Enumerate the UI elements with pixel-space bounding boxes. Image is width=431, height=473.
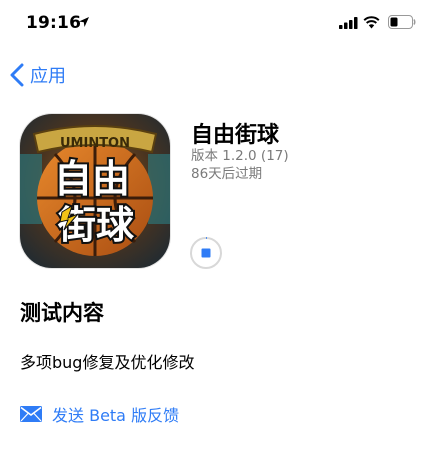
status-time: 19:16 bbox=[26, 13, 82, 33]
icon-title-top: 自由 bbox=[54, 157, 130, 201]
app-version: 版本 1.2.0 (17) bbox=[191, 148, 289, 164]
stop-icon bbox=[201, 248, 211, 258]
test-content-title: 测试内容 bbox=[20, 301, 104, 325]
app-icon-artwork: UMINTON 自由 街球 bbox=[20, 114, 170, 268]
icon-banner-text: UMINTON bbox=[60, 136, 130, 151]
chevron-left-icon bbox=[10, 63, 24, 87]
cellular-signal-icon bbox=[339, 17, 358, 29]
wifi-icon bbox=[363, 16, 380, 29]
send-beta-feedback-link[interactable]: 发送 Beta 版反馈 bbox=[20, 403, 179, 425]
download-stop-button[interactable] bbox=[189, 236, 223, 270]
testflight-app-screen: 19:16 应用 UMINTON 自由 街球 自由街球 版本 1.2.0 (17… bbox=[0, 0, 431, 473]
back-button-label: 应用 bbox=[30, 66, 66, 87]
feedback-label: 发送 Beta 版反馈 bbox=[52, 406, 180, 425]
back-button[interactable]: 应用 bbox=[10, 60, 66, 90]
envelope-icon bbox=[20, 406, 42, 422]
app-icon: UMINTON 自由 街球 bbox=[20, 114, 170, 268]
status-bar: 19:16 bbox=[0, 0, 431, 46]
location-arrow-icon bbox=[79, 17, 89, 27]
test-content-body: 多项bug修复及优化修改 bbox=[20, 353, 195, 372]
app-expiration: 86天后过期 bbox=[191, 166, 263, 182]
battery-icon bbox=[388, 15, 416, 29]
